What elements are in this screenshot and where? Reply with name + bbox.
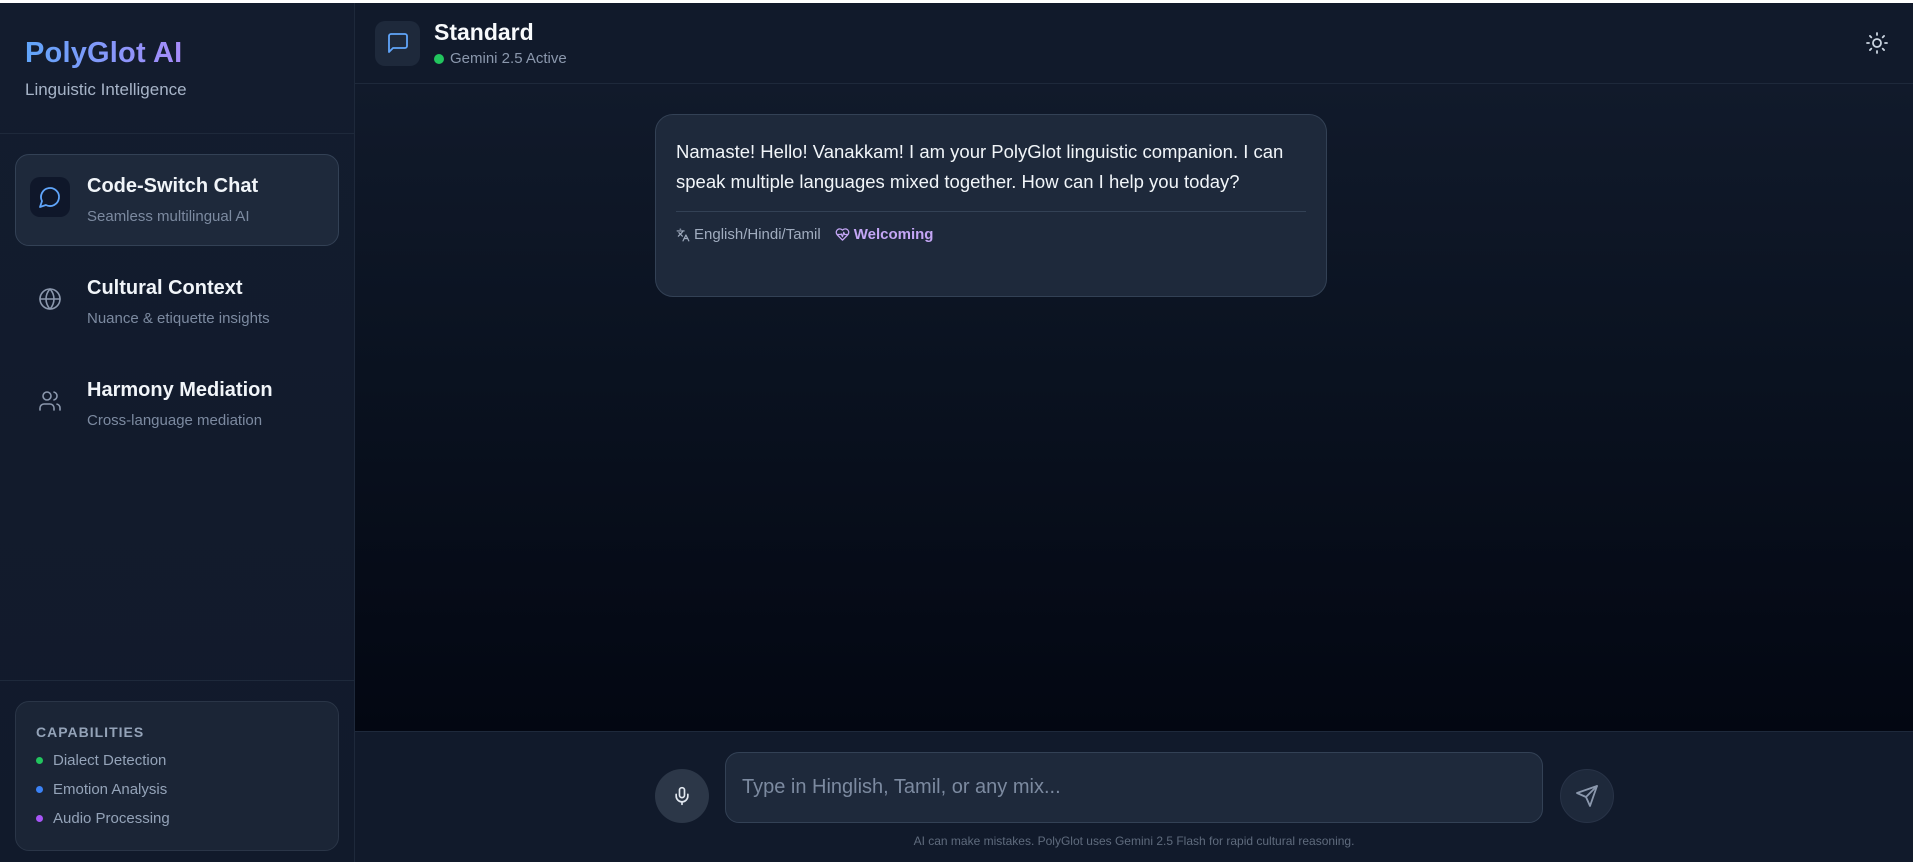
message-input-box[interactable]	[725, 752, 1543, 823]
mode-nav: Code-Switch Chat Seamless multilingual A…	[0, 134, 354, 450]
chat-bubble-icon	[30, 177, 70, 217]
emotion-label: Welcoming	[853, 226, 934, 243]
composer: AI can make mistakes. PolyGlot uses Gemi…	[355, 731, 1913, 862]
sun-icon	[1866, 32, 1888, 54]
model-status: Gemini 2.5 Active	[434, 50, 567, 67]
theme-toggle-button[interactable]	[1861, 27, 1893, 59]
nav-item-description: Seamless multilingual AI	[87, 208, 250, 225]
capabilities-title: CAPABILITIES	[36, 724, 145, 740]
message-text: Namaste! Hello! Vanakkam! I am your Poly…	[676, 141, 1284, 192]
nav-item-description: Cross-language mediation	[87, 412, 263, 429]
app-window: PolyGlot AI Linguistic Intelligence Code…	[0, 3, 1913, 862]
assistant-message: Namaste! Hello! Vanakkam! I am your Poly…	[655, 114, 1327, 297]
sidebar: PolyGlot AI Linguistic Intelligence Code…	[0, 3, 355, 862]
microphone-button[interactable]	[655, 769, 709, 823]
message-input[interactable]	[742, 776, 1526, 799]
emotion-tag: Welcoming	[835, 226, 934, 243]
nav-item-cultural-context[interactable]: Cultural Context Nuance & etiquette insi…	[15, 256, 339, 348]
model-status-label: Gemini 2.5 Active	[450, 50, 567, 67]
status-dot-green	[36, 757, 43, 764]
message-square-icon	[375, 20, 420, 66]
capability-item: Audio Processing	[36, 810, 318, 827]
nav-item-code-switch-chat[interactable]: Code-Switch Chat Seamless multilingual A…	[15, 154, 339, 246]
nav-item-title: Harmony Mediation	[87, 379, 273, 401]
capabilities-card: CAPABILITIES Dialect Detection Emotion A…	[15, 701, 339, 851]
nav-item-harmony-mediation[interactable]: Harmony Mediation Cross-language mediati…	[15, 358, 339, 450]
main-panel: Standard Gemini 2.5 Active Namaste! Hell…	[355, 3, 1913, 862]
capability-label: Audio Processing	[53, 810, 170, 827]
message-meta: English/Hindi/Tamil Welcoming	[676, 211, 1306, 243]
language-tag: English/Hindi/Tamil	[676, 226, 821, 243]
send-icon	[1576, 785, 1598, 807]
translate-icon	[676, 228, 690, 241]
globe-icon	[30, 279, 70, 319]
status-dot-blue	[36, 786, 43, 793]
language-label: English/Hindi/Tamil	[694, 226, 821, 243]
app-subtitle: Linguistic Intelligence	[25, 80, 187, 99]
chat-header: Standard Gemini 2.5 Active	[355, 3, 1913, 84]
nav-item-title: Code-Switch Chat	[87, 175, 259, 197]
disclaimer-text: AI can make mistakes. PolyGlot uses Gemi…	[913, 834, 1355, 848]
status-dot-purple	[36, 815, 43, 822]
capability-label: Emotion Analysis	[53, 781, 168, 798]
capabilities-section: CAPABILITIES Dialect Detection Emotion A…	[0, 680, 354, 862]
heart-pulse-icon	[835, 228, 850, 241]
send-button[interactable]	[1560, 769, 1614, 823]
capability-item: Emotion Analysis	[36, 781, 318, 798]
brand-header: PolyGlot AI Linguistic Intelligence	[0, 3, 354, 134]
nav-item-title: Cultural Context	[87, 277, 243, 299]
status-dot-icon	[434, 53, 444, 64]
microphone-icon	[675, 786, 689, 806]
users-icon	[30, 381, 70, 421]
app-logo-title: PolyGlot AI	[25, 37, 183, 69]
capability-label: Dialect Detection	[53, 752, 167, 769]
capability-item: Dialect Detection	[36, 752, 318, 769]
mode-title: Standard	[434, 19, 534, 45]
nav-item-description: Nuance & etiquette insights	[87, 310, 270, 327]
chat-area[interactable]: Namaste! Hello! Vanakkam! I am your Poly…	[355, 84, 1913, 731]
